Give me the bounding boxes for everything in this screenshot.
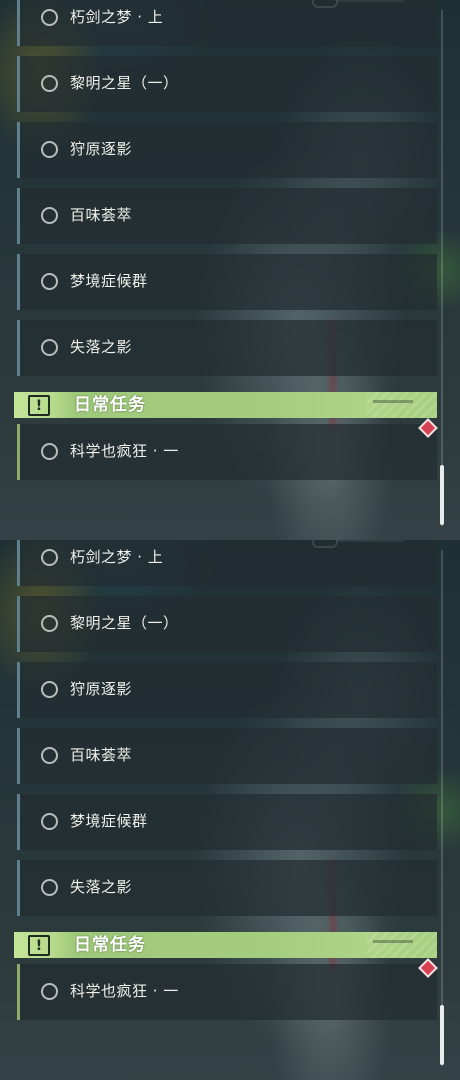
quest-panel-top: 朽剑之梦 · 上 黎明之星（一） 狩原逐影 百味荟萃 梦境症候群 失落之影 ! … (0, 0, 460, 540)
quest-status-circle-icon (41, 747, 58, 764)
quest-status-circle-icon (41, 9, 58, 26)
quest-label: 科学也疯狂 · 一 (70, 982, 179, 1000)
quest-label: 朽剑之梦 · 上 (70, 8, 164, 26)
quest-label: 梦境症候群 (70, 272, 148, 290)
quest-status-circle-icon (41, 813, 58, 830)
quest-status-circle-icon (41, 681, 58, 698)
quest-status-circle-icon (41, 983, 58, 1000)
quest-label: 失落之影 (70, 878, 133, 896)
quest-label: 黎明之星（一） (70, 74, 179, 92)
section-title: 日常任务 (74, 935, 146, 955)
scrollbar-track[interactable] (441, 550, 443, 1066)
daily-quest-item[interactable]: 科学也疯狂 · 一 (17, 424, 437, 480)
quest-status-circle-icon (41, 549, 58, 566)
quest-label: 狩原逐影 (70, 680, 133, 698)
quest-item[interactable]: 黎明之星（一） (17, 596, 437, 652)
quest-item[interactable]: 百味荟萃 (17, 188, 437, 244)
daily-quests-header[interactable]: ! 日常任务 (14, 932, 437, 958)
quest-status-circle-icon (41, 879, 58, 896)
alert-icon: ! (28, 935, 50, 956)
daily-quests-header[interactable]: ! 日常任务 (14, 392, 437, 418)
quest-item[interactable]: 狩原逐影 (17, 662, 437, 718)
daily-quest-item[interactable]: 科学也疯狂 · 一 (17, 964, 437, 1020)
header-stripes (367, 392, 437, 418)
quest-panel-bottom: 朽剑之梦 · 上 黎明之星（一） 狩原逐影 百味荟萃 梦境症候群 失落之影 ! … (0, 540, 460, 1080)
quest-label: 科学也疯狂 · 一 (70, 442, 179, 460)
quest-status-circle-icon (41, 615, 58, 632)
quest-label: 朽剑之梦 · 上 (70, 548, 164, 566)
quest-status-circle-icon (41, 443, 58, 460)
quest-label: 梦境症候群 (70, 812, 148, 830)
quest-item[interactable]: 朽剑之梦 · 上 (17, 540, 437, 586)
quest-label: 失落之影 (70, 338, 133, 356)
quest-item[interactable]: 梦境症候群 (17, 794, 437, 850)
alert-icon: ! (28, 395, 50, 416)
section-title: 日常任务 (74, 395, 146, 415)
quest-item[interactable]: 百味荟萃 (17, 728, 437, 784)
quest-item[interactable]: 黎明之星（一） (17, 56, 437, 112)
quest-label: 黎明之星（一） (70, 614, 179, 632)
quest-status-circle-icon (41, 75, 58, 92)
quest-status-circle-icon (41, 273, 58, 290)
quest-status-circle-icon (41, 339, 58, 356)
quest-item[interactable]: 狩原逐影 (17, 122, 437, 178)
header-stripes (367, 932, 437, 958)
quest-status-circle-icon (41, 141, 58, 158)
quest-item[interactable]: 失落之影 (17, 860, 437, 916)
header-fineprint (373, 940, 413, 943)
quest-item[interactable]: 梦境症候群 (17, 254, 437, 310)
header-fineprint (373, 400, 413, 403)
quest-item[interactable]: 失落之影 (17, 320, 437, 376)
quest-label: 百味荟萃 (70, 746, 133, 764)
scrollbar-thumb[interactable] (440, 465, 444, 525)
quest-label: 狩原逐影 (70, 140, 133, 158)
quest-label: 百味荟萃 (70, 206, 133, 224)
scrollbar-track[interactable] (441, 10, 443, 526)
scrollbar-thumb[interactable] (440, 1005, 444, 1065)
quest-status-circle-icon (41, 207, 58, 224)
quest-item[interactable]: 朽剑之梦 · 上 (17, 0, 437, 46)
